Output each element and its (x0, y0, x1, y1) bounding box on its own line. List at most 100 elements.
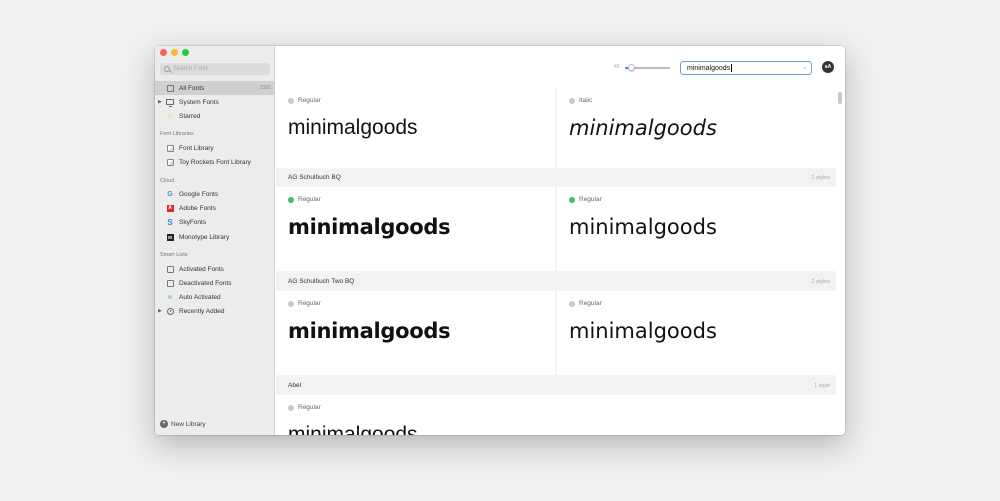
style-name: Italic (579, 97, 593, 104)
styles-count: 3 styles (811, 174, 830, 181)
activation-dot-icon[interactable] (288, 97, 294, 104)
font-card[interactable]: Italic minimalgoods (557, 88, 836, 168)
search-placeholder: Search Fonts (173, 66, 209, 72)
adobe-icon: A (166, 204, 174, 212)
sidebar-item-auto-activated[interactable]: ≋ Auto Activated (155, 290, 275, 304)
font-sample: minimalgoods (288, 423, 418, 435)
family-name: AG Schulbuch Two BQ (288, 278, 355, 285)
activation-dot-icon[interactable] (569, 300, 575, 307)
disclosure-triangle-icon[interactable]: ▶ (158, 99, 162, 105)
activation-dot-icon[interactable] (569, 196, 575, 203)
font-count: 3161 (259, 85, 271, 91)
scrollbar[interactable] (838, 92, 842, 104)
style-name: Regular (298, 196, 321, 203)
preview-text-value: minimalgoods (687, 64, 731, 72)
font-sample: minimalgoods (569, 116, 717, 140)
section-smart-lists: Smart Lists (160, 252, 188, 258)
activation-dot-icon[interactable] (288, 196, 294, 203)
sidebar-item-activated-fonts[interactable]: Activated Fonts (155, 262, 275, 276)
activation-dot-icon[interactable] (288, 300, 294, 307)
close-window-button[interactable] (160, 49, 167, 56)
text-case-button[interactable]: aA (822, 61, 834, 73)
sidebar-item-font-library[interactable]: Font Library (155, 141, 275, 155)
plus-icon: + (160, 420, 168, 428)
sidebar-item-system-fonts[interactable]: ▶ System Fonts (155, 95, 275, 109)
font-sample: minimalgoods (569, 215, 717, 239)
styles-count: 1 style (814, 382, 830, 389)
library-cube-icon (166, 144, 174, 152)
style-row: Regular (288, 300, 321, 307)
sidebar-item-label: All Fonts (179, 84, 205, 92)
sidebar-item-toy-rockets-library[interactable]: Toy Rockets Font Library (155, 155, 275, 169)
clock-icon (166, 307, 174, 315)
sidebar-item-label: System Fonts (179, 98, 219, 106)
window-controls (160, 49, 189, 56)
disclosure-triangle-icon[interactable]: ▶ (158, 308, 162, 314)
library-cube-icon (166, 158, 174, 166)
font-card[interactable]: Regular minimalgoods (557, 291, 836, 375)
styles-count: 2 styles (811, 278, 830, 285)
font-file-icon (166, 84, 174, 92)
sidebar-item-label: Monotype Library (179, 233, 230, 241)
activation-dot-icon[interactable] (569, 97, 575, 104)
font-sample: minimalgoods (288, 319, 451, 343)
text-caret (731, 64, 733, 72)
sidebar-item-monotype-library[interactable]: M Monotype Library (155, 230, 275, 244)
sidebar: Search Fonts All Fonts 3161 ▶ System Fon… (155, 46, 275, 435)
wifi-icon: ≋ (167, 294, 173, 301)
toolbar: 40 minimalgoods ⌄ aA (276, 46, 845, 88)
smart-list-icon (166, 265, 174, 273)
sidebar-item-starred[interactable]: ☆ Starred (155, 109, 275, 123)
font-card[interactable]: Regular minimalgoods (276, 187, 555, 271)
font-sample: minimalgoods (288, 116, 418, 139)
sidebar-item-deactivated-fonts[interactable]: Deactivated Fonts (155, 276, 275, 290)
sidebar-item-google-fonts[interactable]: G Google Fonts (155, 187, 275, 201)
new-library-button[interactable]: + New Library (160, 420, 206, 428)
style-name: Regular (579, 196, 602, 203)
section-cloud: Cloud (160, 178, 175, 184)
sidebar-item-skyfonts[interactable]: S SkyFonts (155, 215, 275, 229)
style-row: Italic (569, 97, 592, 104)
family-name: Abel (288, 382, 302, 389)
minimize-window-button[interactable] (171, 49, 178, 56)
style-row: Regular (288, 404, 321, 411)
sidebar-item-label: Auto Activated (179, 293, 221, 301)
skyfonts-icon: S (167, 217, 173, 227)
font-card[interactable]: Regular minimalgoods (557, 187, 836, 271)
new-library-label: New Library (171, 420, 206, 428)
style-row: Regular (288, 97, 321, 104)
sidebar-item-label: SkyFonts (179, 218, 207, 226)
zoom-window-button[interactable] (182, 49, 189, 56)
style-name: Regular (298, 404, 321, 411)
font-family-header[interactable]: AG Schulbuch BQ 3 styles (276, 169, 836, 186)
style-name: Regular (579, 300, 602, 307)
monotype-icon: M (166, 233, 174, 241)
sidebar-item-label: Starred (179, 112, 201, 120)
sidebar-item-label: Recently Added (179, 307, 225, 315)
chevron-down-icon[interactable]: ⌄ (802, 64, 807, 71)
font-card[interactable]: Regular minimalgoods (276, 291, 555, 375)
font-preview-list: Regular minimalgoods Italic minimalgoods… (276, 88, 836, 435)
sidebar-item-adobe-fonts[interactable]: A Adobe Fonts (155, 201, 275, 215)
font-size-slider[interactable] (625, 64, 670, 71)
sidebar-item-label: Activated Fonts (179, 265, 224, 273)
preview-text-input[interactable]: minimalgoods ⌄ (680, 61, 812, 75)
sidebar-item-label: Deactivated Fonts (179, 279, 232, 287)
sidebar-item-label: Google Fonts (179, 190, 219, 198)
font-card[interactable]: Regular minimalgoods (276, 88, 555, 168)
sidebar-item-all-fonts[interactable]: All Fonts 3161 (155, 81, 275, 95)
slider-thumb[interactable] (628, 64, 636, 71)
font-size-label: 40 (614, 64, 620, 70)
font-family-header[interactable]: AG Schulbuch Two BQ 2 styles (276, 273, 836, 290)
font-sample: minimalgoods (288, 215, 451, 239)
search-fonts-input[interactable]: Search Fonts (160, 63, 270, 75)
google-icon: G (167, 190, 173, 198)
activation-dot-icon[interactable] (288, 404, 294, 411)
font-family-header[interactable]: Abel 1 style (276, 377, 836, 394)
monitor-icon (166, 98, 174, 107)
font-card[interactable]: Regular minimalgoods (276, 395, 836, 435)
sidebar-item-label: Adobe Fonts (179, 204, 216, 212)
smart-list-icon (166, 279, 174, 287)
font-sample: minimalgoods (569, 319, 717, 343)
sidebar-item-recently-added[interactable]: ▶ Recently Added (155, 304, 275, 318)
